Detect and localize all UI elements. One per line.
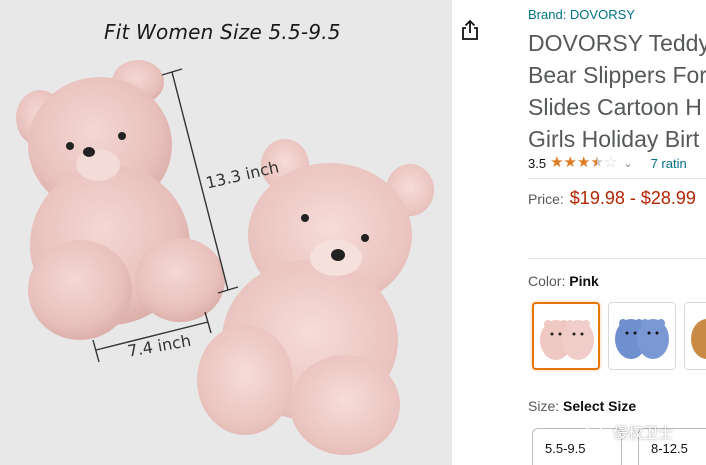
size-selector-label: Size: Select Size: [528, 398, 636, 414]
brown-slippers-thumbnail: [691, 319, 706, 359]
watermark-text: 侵权卫士: [613, 425, 674, 442]
star-full-icon: ★: [576, 154, 591, 171]
blue-slippers-thumbnail: [615, 319, 669, 359]
color-selector-label: Color: Pink: [528, 273, 599, 289]
fit-size-caption: Fit Women Size 5.5-9.5: [104, 20, 341, 44]
product-title-line: Girls Holiday Birt: [528, 126, 700, 152]
wechat-icon: [585, 424, 607, 441]
price-range: $19.98 - $28.99: [569, 188, 696, 208]
product-title-line: DOVORSY Teddy: [528, 30, 706, 56]
rating-row: 3.5 ★ ★ ★ ★ ☆ ⌄ 7 ratin: [528, 154, 687, 172]
watermark: 侵权卫士: [585, 422, 673, 443]
color-label: Color:: [528, 273, 566, 289]
divider: [528, 178, 706, 179]
star-full-icon: ★: [550, 154, 564, 171]
price-row: Price: $19.98 - $28.99: [528, 188, 696, 209]
pink-slippers-thumbnail: [540, 320, 594, 360]
rating-stars[interactable]: ★ ★ ★ ★ ☆: [550, 155, 617, 171]
rating-value: 3.5: [528, 155, 547, 171]
color-swatch-pink[interactable]: [532, 302, 600, 370]
share-icon: [462, 19, 478, 40]
divider: [528, 258, 706, 259]
product-image[interactable]: Fit Women Size 5.5-9.5 13.3 inch 7.4 inc…: [0, 0, 452, 465]
product-title-line: Slides Cartoon H: [528, 94, 702, 120]
color-swatch-brown[interactable]: [684, 302, 706, 370]
chevron-down-icon[interactable]: ⌄: [623, 157, 632, 170]
star-full-icon: ★: [563, 154, 577, 171]
price-label: Price:: [528, 191, 564, 207]
size-label: Size:: [528, 398, 560, 414]
star-empty-icon: ☆: [603, 154, 618, 171]
ratings-count-link[interactable]: 7 ratin: [651, 156, 687, 171]
size-value: Select Size: [563, 398, 637, 414]
share-button[interactable]: [452, 12, 488, 48]
brand-link[interactable]: Brand: DOVORSY: [528, 7, 635, 22]
color-value: Pink: [569, 273, 599, 289]
product-details: Brand: DOVORSY DOVORSY Teddy Bear Slippe…: [528, 0, 706, 465]
star-half-icon: ★: [590, 154, 604, 171]
teddy-slippers-photo: [0, 0, 452, 465]
product-title-line: Bear Slippers For: [528, 62, 706, 88]
color-swatch-blue[interactable]: [608, 302, 676, 370]
